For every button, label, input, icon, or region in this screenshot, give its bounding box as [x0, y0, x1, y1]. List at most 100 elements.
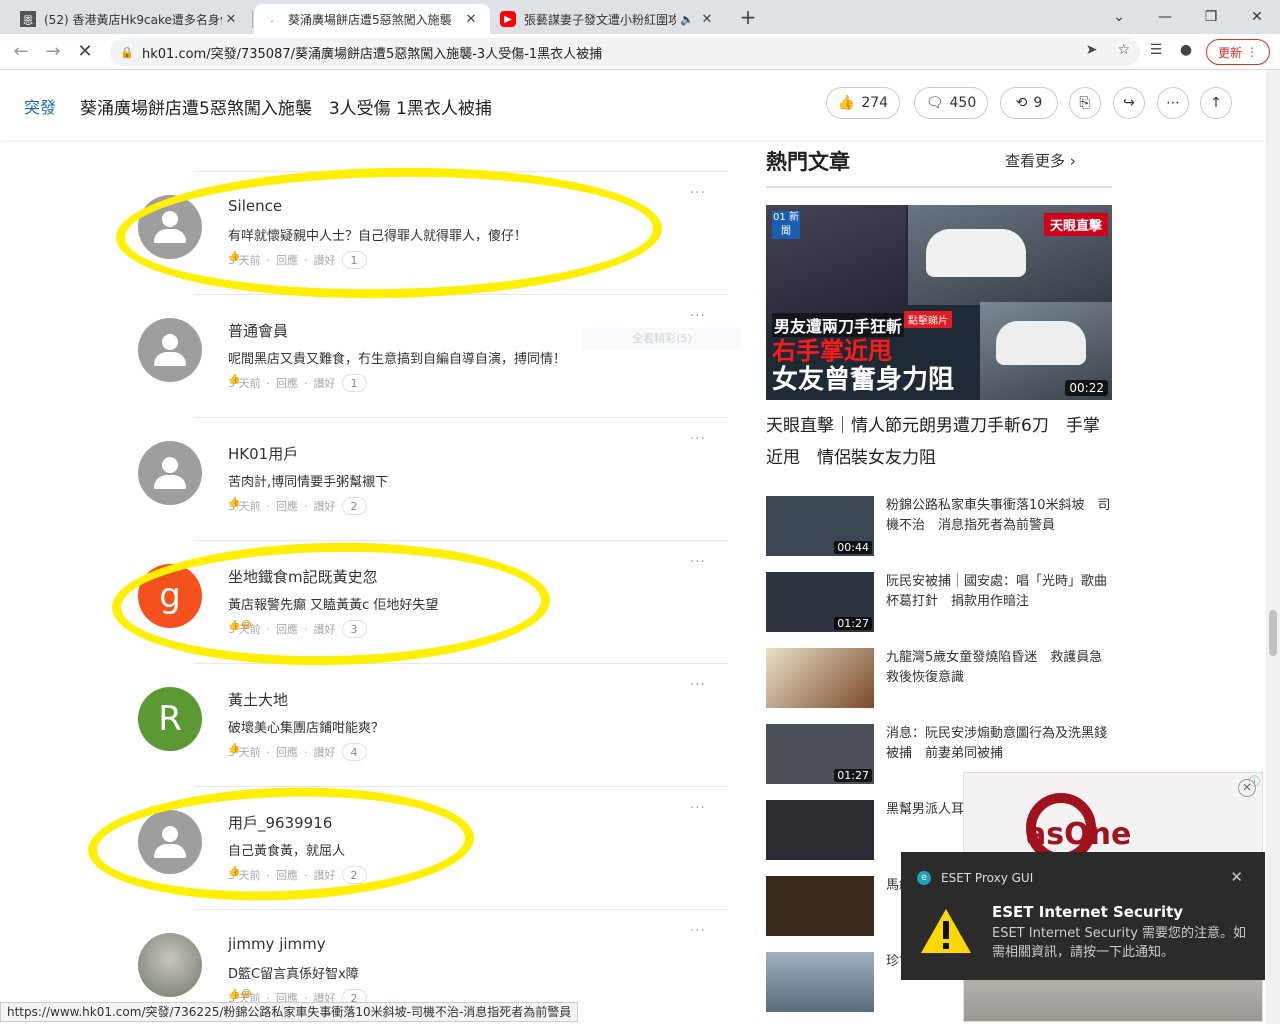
close-icon[interactable]: ✕	[1230, 868, 1243, 886]
hero-caption: 女友曾奮身力阻	[772, 365, 955, 395]
close-tab-icon[interactable]: ✕	[462, 12, 480, 27]
profile-icon[interactable]: ●	[1176, 42, 1196, 62]
repost-button[interactable]: ⟲ 9	[1000, 87, 1058, 119]
send-icon[interactable]: ➤	[1086, 42, 1098, 58]
notification-app-name: ESET Proxy GUI	[941, 871, 1034, 885]
article-thumbnail[interactable]	[766, 648, 874, 708]
comment-author[interactable]: 黃土大地	[228, 689, 288, 710]
bookmark-icon[interactable]: ⎘	[1069, 87, 1101, 119]
reaction-pill[interactable]: 👍 1	[228, 251, 367, 269]
scrollbar-thumb[interactable]	[1269, 610, 1277, 656]
tab-title: 葵涌廣場餅店遭5惡煞闖入施襲	[288, 12, 452, 27]
like-count: 274	[861, 95, 889, 111]
comment-author[interactable]: HK01用戶	[228, 443, 298, 464]
forward-icon[interactable]: →	[40, 40, 66, 64]
more-options-icon[interactable]: ···	[690, 923, 706, 939]
avatar-photo[interactable]	[138, 933, 202, 997]
more-options-icon[interactable]: ···	[690, 308, 706, 324]
stop-loading-icon[interactable]: ✕	[72, 40, 98, 64]
see-more-link[interactable]: 查看更多 ›	[1005, 150, 1076, 171]
address-bar[interactable]: 🔒 hk01.com/突發/735087/葵涌廣場餅店遭5惡煞闖入施襲-3人受傷…	[110, 38, 1140, 66]
tab-search-icon[interactable]: ⌄	[1096, 0, 1142, 34]
article-title[interactable]: 粉錦公路私家車失事衝落10米斜坡 司機不治 消息指死者為前警員	[886, 496, 1112, 536]
like-button[interactable]: 👍 274	[826, 87, 900, 119]
divider	[766, 186, 1112, 188]
reaction-pill[interactable]: 👍😂 3	[228, 620, 367, 638]
hero-video-thumbnail[interactable]: 01 新聞 天眼直擊 點擊睇片 男友遭兩刀手狂斬 右手掌近甩 女友曾奮身力阻 0…	[766, 205, 1112, 400]
eset-icon: e	[917, 871, 931, 885]
video-duration: 01:27	[834, 617, 872, 630]
comment-author[interactable]: 用戶_9639916	[228, 812, 332, 833]
see-more-label: 查看更多	[1005, 152, 1066, 170]
back-icon[interactable]: ←	[8, 40, 34, 64]
video-duration: 01:27	[834, 769, 872, 782]
comment-author[interactable]: 坐地鐵食m記既黃史忽	[228, 566, 378, 587]
article-thumbnail[interactable]	[766, 800, 874, 860]
warning-icon	[921, 909, 971, 953]
article-thumbnail[interactable]: 00:44	[766, 496, 874, 556]
more-options-icon[interactable]: ···	[690, 554, 706, 570]
tab-1[interactable]: 恩 (52) 香港黃店Hk9cake遭多名身份 ✕	[10, 4, 250, 34]
article-thumbnail[interactable]: 01:27	[766, 572, 874, 632]
comment-divider	[194, 417, 728, 418]
view-highlights-button[interactable]: 全看精彩(5)	[583, 328, 741, 350]
comment-button[interactable]: 🗨 450	[914, 87, 988, 119]
reaction-pill[interactable]: 👍 2	[228, 866, 367, 884]
article-thumbnail[interactable]: 01:27	[766, 724, 874, 784]
avatar[interactable]	[138, 441, 202, 505]
close-tab-icon[interactable]: ✕	[698, 12, 716, 27]
more-options-icon[interactable]: ···	[690, 431, 706, 447]
section-link[interactable]: 突發	[24, 94, 56, 118]
trending-title: 熱門文章	[766, 150, 850, 174]
minimize-icon[interactable]: —	[1142, 0, 1188, 34]
share-icon[interactable]: ↪	[1113, 87, 1145, 119]
more-options-icon[interactable]: ···	[690, 185, 706, 201]
avatar[interactable]: R	[138, 687, 202, 751]
article-thumbnail[interactable]	[766, 876, 874, 936]
more-options-icon[interactable]: ···	[690, 677, 706, 693]
more-options-icon[interactable]: ···	[690, 800, 706, 816]
comment-author[interactable]: Silence	[228, 197, 282, 215]
reaction-pill[interactable]: 👍 4	[228, 743, 367, 761]
more-icon[interactable]: ⋯	[1157, 87, 1189, 119]
reading-list-icon[interactable]: ☰	[1146, 42, 1166, 62]
more-vert-icon: ⋮	[1246, 45, 1258, 59]
tab-2[interactable]: . 葵涌廣場餅店遭5惡煞闖入施襲 ✕	[254, 4, 490, 34]
lock-icon[interactable]: 🔒	[120, 46, 134, 59]
reaction-count: 1	[350, 376, 358, 390]
article-item[interactable]: 01:27 阮民安被捕｜國安處：唱「光時」歌曲 杯葛打針 捐款用作暗注	[766, 572, 1120, 634]
restore-icon[interactable]: ❐	[1188, 0, 1234, 34]
comment-author[interactable]: 普通會員	[228, 320, 288, 341]
notification-title: ESET Internet Security	[992, 903, 1184, 921]
comment-author[interactable]: jimmy jimmy	[228, 935, 326, 953]
avatar[interactable]	[138, 810, 202, 874]
reaction-pill[interactable]: 👍 1	[228, 374, 367, 392]
car-shape	[926, 229, 1026, 277]
avatar[interactable]	[138, 318, 202, 382]
avatar[interactable]: g	[138, 564, 202, 628]
article-title[interactable]: 消息：阮民安涉煽動意圖行為及洗黑錢被捕 前妻弟同被捕	[886, 724, 1112, 764]
article-thumbnail[interactable]	[766, 952, 874, 1012]
scroll-top-icon[interactable]: ↑	[1200, 87, 1232, 119]
article-title[interactable]: 阮民安被捕｜國安處：唱「光時」歌曲 杯葛打針 捐款用作暗注	[886, 572, 1120, 612]
article-item[interactable]: 九龍灣5歲女童發燒陷昏迷 救護員急救後恢復意識	[766, 648, 1112, 710]
article-title[interactable]: 九龍灣5歲女童發燒陷昏迷 救護員急救後恢復意識	[886, 648, 1112, 688]
system-notification[interactable]: e ESET Proxy GUI ✕ ESET Internet Securit…	[901, 852, 1265, 980]
avatar[interactable]	[138, 195, 202, 259]
speaker-icon[interactable]: 🔈	[680, 13, 694, 26]
close-window-icon[interactable]: ✕	[1234, 0, 1280, 34]
comment-item: 用戶_9639916 自己黃食黃，就屈人 3 天前 · 回應 · 讚好 👍 2 ···	[138, 786, 728, 909]
tab-title: 張藝謀妻子發文遭小粉紅圍攻	[524, 12, 677, 27]
new-tab-button[interactable]: +	[735, 5, 761, 29]
article-item[interactable]: 00:44 粉錦公路私家車失事衝落10米斜坡 司機不治 消息指死者為前警員	[766, 496, 1112, 558]
update-button[interactable]: 更新 ⋮	[1206, 39, 1270, 65]
tab-3[interactable]: ▶ 張藝謀妻子發文遭小粉紅圍攻 🔈 ✕	[490, 4, 726, 34]
page-scrollbar[interactable]	[1266, 70, 1280, 1024]
reaction-pill[interactable]: 👍 2	[228, 497, 367, 515]
ad-close-icon[interactable]: ✕	[1238, 779, 1256, 797]
hero-article-title[interactable]: 天眼直擊｜情人節元朗男遭刀手斬6刀 手掌近甩 情侶裝女友力阻	[766, 410, 1112, 474]
bookmark-star-icon[interactable]: ☆	[1117, 42, 1130, 58]
comment-item: 普通會員 呢間黑店又貴又難食，冇生意搞到自編自導自演，搏同情！ 3 天前 · 回應…	[138, 294, 728, 417]
close-tab-icon[interactable]: ✕	[222, 12, 240, 27]
reaction-count: 3	[350, 622, 358, 636]
